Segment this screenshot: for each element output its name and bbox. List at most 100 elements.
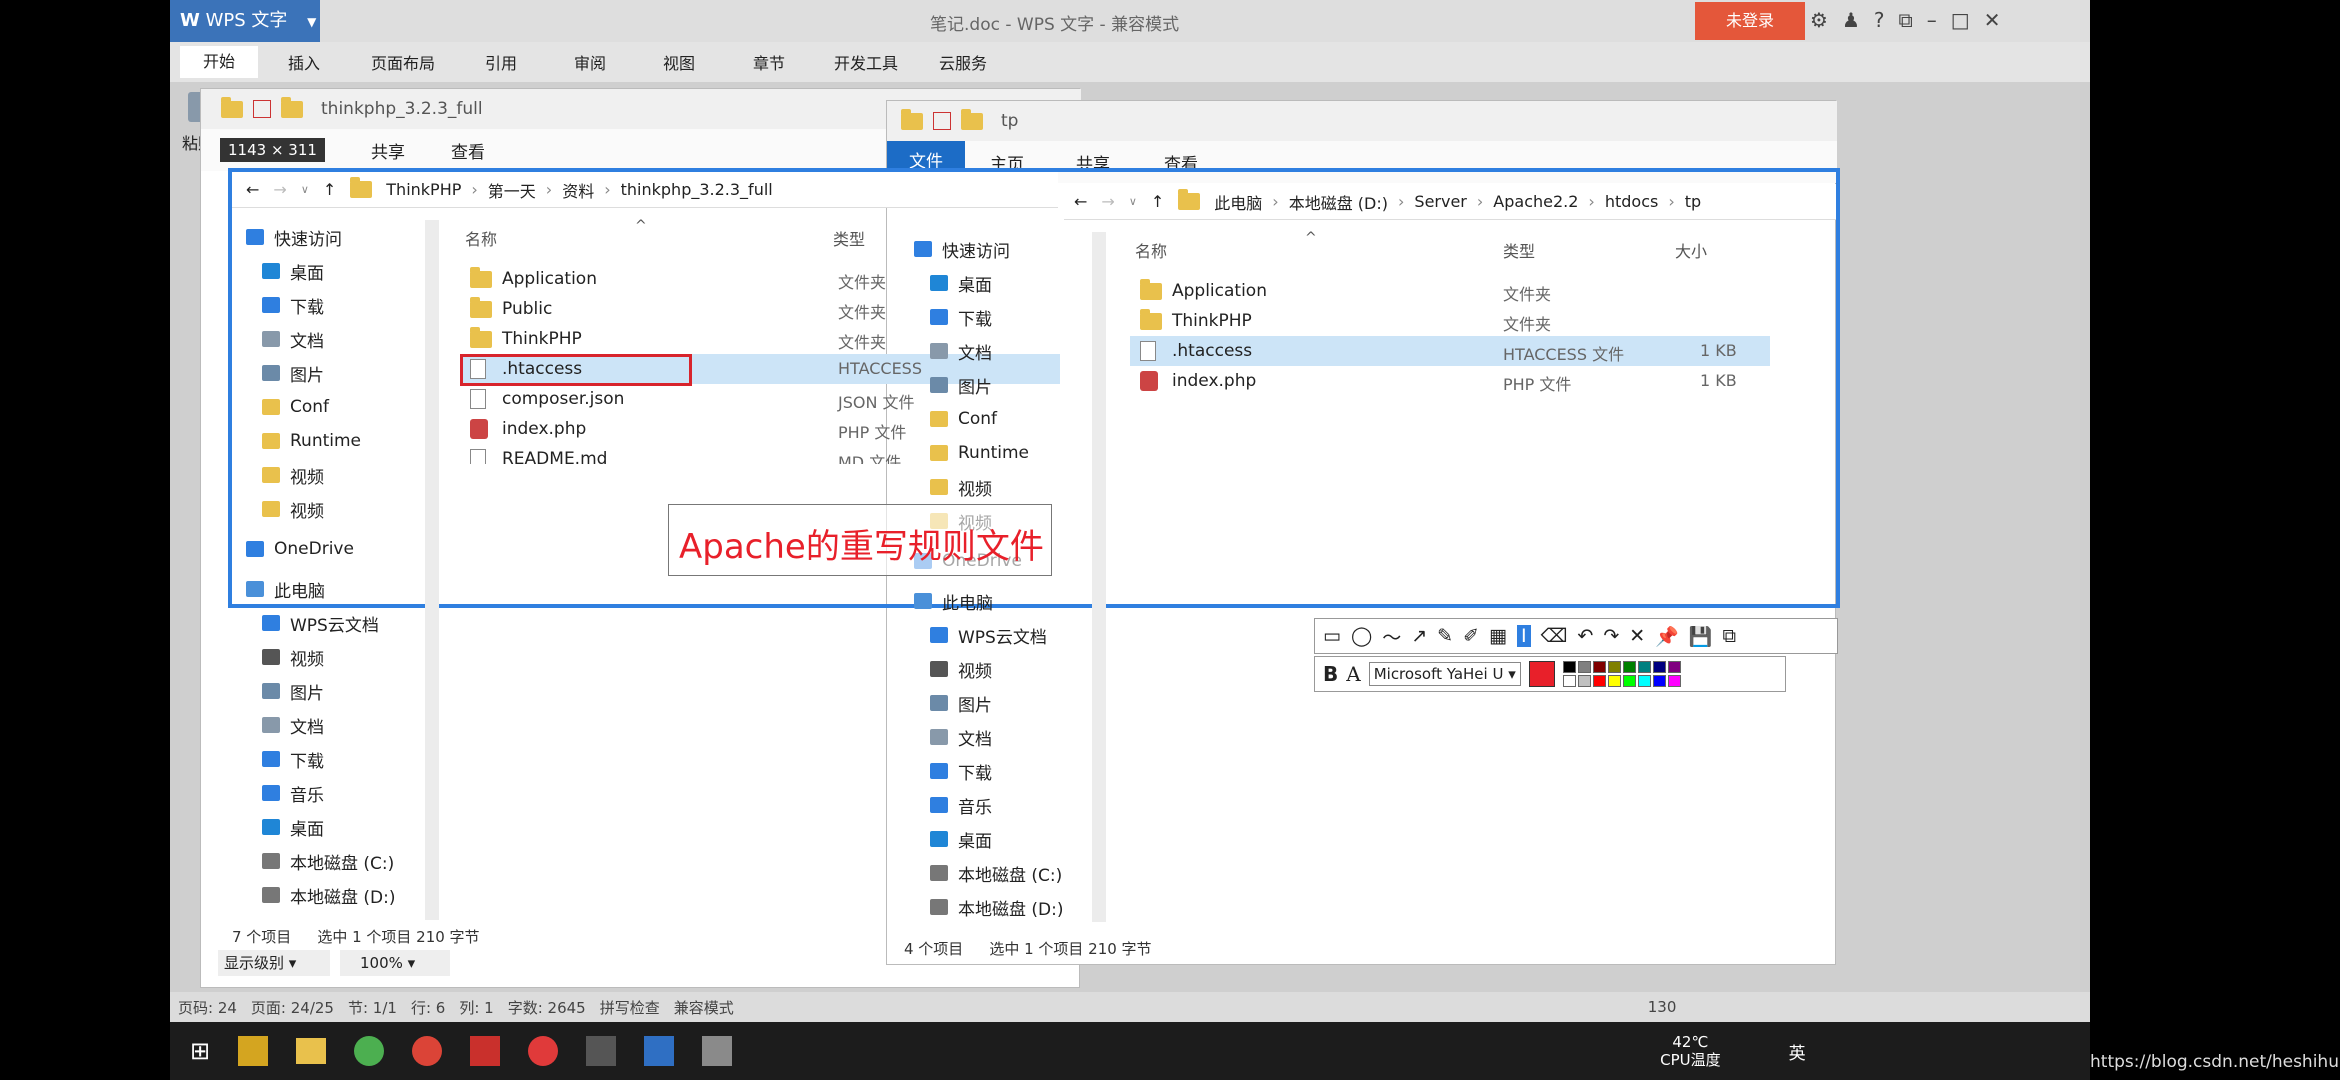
- nav-item[interactable]: 图片: [232, 674, 422, 708]
- ribbon-tab-view[interactable]: 查看: [451, 138, 485, 163]
- mosaic-icon[interactable]: ▦: [1489, 625, 1507, 647]
- nav-item[interactable]: 下载: [232, 288, 422, 322]
- pen-icon[interactable]: ✎: [1437, 625, 1453, 647]
- help-icon[interactable]: ?: [1874, 8, 1899, 32]
- view-level-dropdown[interactable]: 显示级别 ▾: [218, 950, 330, 976]
- tab-references[interactable]: 引用: [456, 50, 546, 74]
- breadcrumb-item[interactable]: 资料: [562, 178, 594, 202]
- nav-item[interactable]: 桌面: [232, 810, 422, 844]
- ribbon-tab-share[interactable]: 共享: [371, 138, 405, 163]
- nav-item[interactable]: 本地磁盘 (C:): [232, 844, 422, 878]
- nav-item[interactable]: 桌面: [232, 254, 422, 288]
- shirt-icon[interactable]: ♟: [1842, 8, 1874, 32]
- nav-item[interactable]: 桌面: [900, 266, 1090, 300]
- nav-item[interactable]: 快速访问: [900, 232, 1090, 266]
- nav-item[interactable]: 视频: [900, 470, 1090, 504]
- nav-item[interactable]: 下载: [900, 300, 1090, 334]
- copy-icon[interactable]: ⧉: [1723, 625, 1737, 647]
- nav-item[interactable]: 文档: [232, 708, 422, 742]
- file-row[interactable]: .htaccess HTACCESS 文件 1 KB: [1130, 336, 1770, 366]
- color-swatch[interactable]: [1562, 675, 1576, 687]
- color-swatch[interactable]: [1622, 661, 1636, 673]
- breadcrumb-item[interactable]: htdocs: [1605, 192, 1659, 211]
- windows-start-icon[interactable]: ⊞: [190, 1037, 210, 1065]
- font-select[interactable]: Microsoft YaHei U ▾: [1368, 662, 1521, 686]
- column-type-header[interactable]: 类型: [1503, 238, 1535, 262]
- tab-cloud[interactable]: 云服务: [918, 50, 1008, 74]
- pin-icon[interactable]: 📌: [1655, 625, 1679, 648]
- column-type-header[interactable]: 类型: [833, 226, 865, 250]
- chevron-down-icon[interactable]: ∨: [301, 183, 309, 196]
- restore-icon[interactable]: ⧉: [1899, 8, 1927, 32]
- file-row[interactable]: Application 文件夹: [1130, 276, 1770, 306]
- nav-item[interactable]: 视频: [232, 492, 422, 526]
- status-zoom[interactable]: 130: [1648, 998, 1677, 1016]
- app-icon[interactable]: [702, 1036, 733, 1066]
- nav-scrollbar[interactable]: [1092, 232, 1106, 922]
- color-swatch[interactable]: [1637, 661, 1651, 673]
- text-tool-icon[interactable]: I: [1516, 625, 1531, 647]
- color-swatch[interactable]: [1652, 675, 1666, 687]
- nav-item[interactable]: 本地磁盘 (C:): [900, 856, 1090, 890]
- nav-item[interactable]: WPS云文档: [232, 606, 422, 640]
- outline-icon[interactable]: A: [1346, 662, 1360, 686]
- nav-item[interactable]: WPS云文档: [900, 618, 1090, 652]
- redo-icon[interactable]: ↷: [1603, 625, 1619, 647]
- nav-item[interactable]: 视频: [900, 652, 1090, 686]
- back-arrow-icon[interactable]: ←: [1074, 192, 1087, 211]
- file-explorer-icon[interactable]: [296, 1038, 327, 1064]
- cancel-icon[interactable]: ✕: [1629, 625, 1645, 647]
- forward-arrow-icon[interactable]: →: [1101, 192, 1114, 211]
- up-arrow-icon[interactable]: ↑: [323, 180, 336, 199]
- nav-item[interactable]: OneDrive: [232, 532, 422, 566]
- nav-scrollbar[interactable]: [425, 220, 439, 920]
- rectangle-icon[interactable]: ▭: [1323, 625, 1341, 647]
- nav-item[interactable]: Runtime: [232, 424, 422, 458]
- nav-item[interactable]: 此电脑: [232, 572, 422, 606]
- color-swatch[interactable]: [1562, 661, 1576, 673]
- nav-item[interactable]: Conf: [232, 390, 422, 424]
- tab-review[interactable]: 审阅: [546, 50, 634, 74]
- file-row[interactable]: ThinkPHP 文件夹: [1130, 306, 1770, 336]
- marker-icon[interactable]: ✐: [1463, 625, 1479, 647]
- nav-item[interactable]: 音乐: [900, 788, 1090, 822]
- color-swatch[interactable]: [1592, 661, 1606, 673]
- ime-indicator[interactable]: 英: [1789, 1039, 1806, 1064]
- nav-item[interactable]: 桌面: [900, 822, 1090, 856]
- color-swatch[interactable]: [1667, 675, 1681, 687]
- tab-view[interactable]: 视图: [634, 50, 724, 74]
- nav-item[interactable]: 快速访问: [232, 220, 422, 254]
- forward-arrow-icon[interactable]: →: [273, 180, 286, 199]
- freehand-icon[interactable]: 〜: [1382, 623, 1401, 650]
- tab-chapter[interactable]: 章节: [724, 50, 814, 74]
- tab-home[interactable]: 开始: [180, 46, 258, 78]
- nav-item[interactable]: 图片: [900, 686, 1090, 720]
- breadcrumb-item[interactable]: Server: [1414, 192, 1466, 211]
- wps-taskbar-icon[interactable]: [644, 1036, 675, 1066]
- color-swatch[interactable]: [1592, 675, 1606, 687]
- nav-item[interactable]: Runtime: [900, 436, 1090, 470]
- breadcrumb-item[interactable]: tp: [1685, 192, 1701, 211]
- nav-item[interactable]: 本地磁盘 (D:): [232, 878, 422, 912]
- nav-item[interactable]: 文档: [900, 334, 1090, 368]
- color-swatch[interactable]: [1652, 661, 1666, 673]
- eraser-icon[interactable]: ⌫: [1541, 625, 1568, 647]
- nav-item[interactable]: Conf: [900, 402, 1090, 436]
- file-row[interactable]: index.php PHP 文件 1 KB: [1130, 366, 1770, 396]
- chevron-down-icon[interactable]: ∨: [1129, 195, 1137, 208]
- app-icon[interactable]: [470, 1036, 501, 1066]
- arrow-icon[interactable]: ↗: [1411, 625, 1427, 647]
- nav-item[interactable]: 文档: [900, 720, 1090, 754]
- settings-icon[interactable]: ⚙: [1810, 8, 1842, 32]
- color-swatch[interactable]: [1607, 661, 1621, 673]
- breadcrumb-item[interactable]: thinkphp_3.2.3_full: [621, 180, 773, 199]
- minimize-icon[interactable]: –: [1927, 8, 1951, 32]
- nav-item[interactable]: 此电脑: [900, 584, 1090, 618]
- app-icon[interactable]: [354, 1036, 385, 1066]
- breadcrumb-item[interactable]: 本地磁盘 (D:): [1289, 190, 1388, 214]
- login-button[interactable]: 未登录: [1695, 2, 1805, 40]
- color-swatch[interactable]: [1622, 675, 1636, 687]
- up-arrow-icon[interactable]: ↑: [1151, 192, 1164, 211]
- maximize-icon[interactable]: □: [1951, 8, 1984, 32]
- nav-item[interactable]: 下载: [900, 754, 1090, 788]
